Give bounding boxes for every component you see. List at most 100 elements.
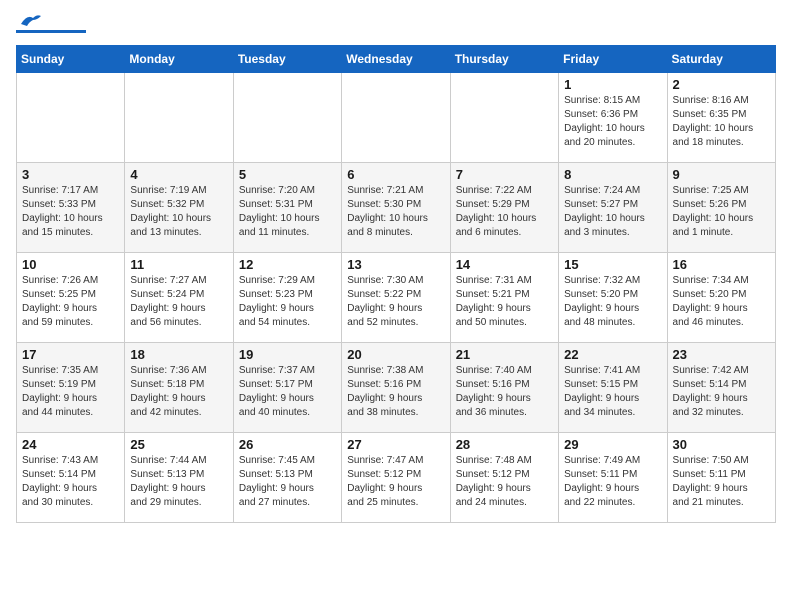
day-number: 6 [347, 167, 444, 182]
day-info: Sunrise: 7:35 AM Sunset: 5:19 PM Dayligh… [22, 364, 119, 420]
calendar-cell: 15 Sunrise: 7:32 AM Sunset: 5:20 PM Dayli… [559, 253, 667, 343]
day-info: Sunrise: 7:37 AM Sunset: 5:17 PM Dayligh… [239, 364, 336, 420]
day-info: Sunrise: 7:45 AM Sunset: 5:13 PM Dayligh… [239, 454, 336, 510]
calendar-cell: 14 Sunrise: 7:31 AM Sunset: 5:21 PM Dayli… [450, 253, 558, 343]
calendar-week-1: 1 Sunrise: 8:15 AM Sunset: 6:36 PM Daylig… [17, 73, 776, 163]
header-day-tuesday: Tuesday [233, 46, 341, 73]
calendar-cell: 5Sunrise: 7:20 AM Sunset: 5:31 PM Daylig… [233, 163, 341, 253]
calendar-cell: 11Sunrise: 7:27 AM Sunset: 5:24 PM Dayli… [125, 253, 233, 343]
day-number: 24 [22, 437, 119, 452]
page-header [16, 16, 776, 33]
day-info: Sunrise: 7:43 AM Sunset: 5:14 PM Dayligh… [22, 454, 119, 510]
day-info: Sunrise: 8:15 AM Sunset: 6:36 PM Dayligh… [564, 94, 661, 150]
day-number: 4 [130, 167, 227, 182]
day-number: 17 [22, 347, 119, 362]
day-number: 26 [239, 437, 336, 452]
calendar-cell [233, 73, 341, 163]
calendar-cell: 21Sunrise: 7:40 AM Sunset: 5:16 PM Dayli… [450, 343, 558, 433]
day-info: Sunrise: 7:21 AM Sunset: 5:30 PM Dayligh… [347, 184, 444, 240]
header-day-friday: Friday [559, 46, 667, 73]
calendar-cell: 17 Sunrise: 7:35 AM Sunset: 5:19 PM Dayli… [17, 343, 125, 433]
day-info: Sunrise: 7:47 AM Sunset: 5:12 PM Dayligh… [347, 454, 444, 510]
header-day-sunday: Sunday [17, 46, 125, 73]
calendar-table: SundayMondayTuesdayWednesdayThursdayFrid… [16, 45, 776, 523]
header-row: SundayMondayTuesdayWednesdayThursdayFrid… [17, 46, 776, 73]
calendar-cell: 28 Sunrise: 7:48 AM Sunset: 5:12 PM Dayli… [450, 433, 558, 523]
calendar-cell: 4Sunrise: 7:19 AM Sunset: 5:32 PM Daylig… [125, 163, 233, 253]
logo [16, 16, 86, 33]
day-info: Sunrise: 7:30 AM Sunset: 5:22 PM Dayligh… [347, 274, 444, 330]
day-info: Sunrise: 7:44 AM Sunset: 5:13 PM Dayligh… [130, 454, 227, 510]
day-number: 25 [130, 437, 227, 452]
day-info: Sunrise: 7:36 AM Sunset: 5:18 PM Dayligh… [130, 364, 227, 420]
header-day-monday: Monday [125, 46, 233, 73]
day-info: Sunrise: 7:25 AM Sunset: 5:26 PM Dayligh… [673, 184, 770, 240]
day-number: 9 [673, 167, 770, 182]
day-number: 2 [673, 77, 770, 92]
day-number: 27 [347, 437, 444, 452]
day-info: Sunrise: 7:26 AM Sunset: 5:25 PM Dayligh… [22, 274, 119, 330]
day-number: 18 [130, 347, 227, 362]
calendar-cell: 18 Sunrise: 7:36 AM Sunset: 5:18 PM Dayli… [125, 343, 233, 433]
day-info: Sunrise: 7:48 AM Sunset: 5:12 PM Dayligh… [456, 454, 553, 510]
day-number: 14 [456, 257, 553, 272]
calendar-cell: 12 Sunrise: 7:29 AM Sunset: 5:23 PM Dayli… [233, 253, 341, 343]
calendar-week-4: 17 Sunrise: 7:35 AM Sunset: 5:19 PM Dayli… [17, 343, 776, 433]
day-number: 12 [239, 257, 336, 272]
calendar-cell: 10 Sunrise: 7:26 AM Sunset: 5:25 PM Dayli… [17, 253, 125, 343]
calendar-cell: 16 Sunrise: 7:34 AM Sunset: 5:20 PM Dayli… [667, 253, 775, 343]
day-info: Sunrise: 7:20 AM Sunset: 5:31 PM Dayligh… [239, 184, 336, 240]
day-number: 23 [673, 347, 770, 362]
day-info: Sunrise: 7:34 AM Sunset: 5:20 PM Dayligh… [673, 274, 770, 330]
calendar-cell [17, 73, 125, 163]
calendar-cell: 22Sunrise: 7:41 AM Sunset: 5:15 PM Dayli… [559, 343, 667, 433]
calendar-cell: 24 Sunrise: 7:43 AM Sunset: 5:14 PM Dayli… [17, 433, 125, 523]
logo-bird-icon [19, 12, 41, 28]
logo-underline [16, 30, 86, 33]
day-number: 20 [347, 347, 444, 362]
day-info: Sunrise: 7:27 AM Sunset: 5:24 PM Dayligh… [130, 274, 227, 330]
calendar-week-2: 3Sunrise: 7:17 AM Sunset: 5:33 PM Daylig… [17, 163, 776, 253]
calendar-cell [342, 73, 450, 163]
day-info: Sunrise: 7:50 AM Sunset: 5:11 PM Dayligh… [673, 454, 770, 510]
calendar-cell: 27 Sunrise: 7:47 AM Sunset: 5:12 PM Dayli… [342, 433, 450, 523]
day-number: 30 [673, 437, 770, 452]
day-number: 16 [673, 257, 770, 272]
day-number: 21 [456, 347, 553, 362]
calendar-cell: 29 Sunrise: 7:49 AM Sunset: 5:11 PM Dayli… [559, 433, 667, 523]
day-number: 1 [564, 77, 661, 92]
header-day-thursday: Thursday [450, 46, 558, 73]
day-number: 8 [564, 167, 661, 182]
header-day-wednesday: Wednesday [342, 46, 450, 73]
day-number: 13 [347, 257, 444, 272]
calendar-cell: 7Sunrise: 7:22 AM Sunset: 5:29 PM Daylig… [450, 163, 558, 253]
calendar-cell [450, 73, 558, 163]
day-info: Sunrise: 7:24 AM Sunset: 5:27 PM Dayligh… [564, 184, 661, 240]
calendar-cell: 3Sunrise: 7:17 AM Sunset: 5:33 PM Daylig… [17, 163, 125, 253]
day-number: 28 [456, 437, 553, 452]
calendar-week-3: 10 Sunrise: 7:26 AM Sunset: 5:25 PM Dayli… [17, 253, 776, 343]
calendar-week-5: 24 Sunrise: 7:43 AM Sunset: 5:14 PM Dayli… [17, 433, 776, 523]
header-day-saturday: Saturday [667, 46, 775, 73]
day-number: 19 [239, 347, 336, 362]
day-number: 10 [22, 257, 119, 272]
day-info: Sunrise: 7:31 AM Sunset: 5:21 PM Dayligh… [456, 274, 553, 330]
day-info: Sunrise: 7:29 AM Sunset: 5:23 PM Dayligh… [239, 274, 336, 330]
day-info: Sunrise: 7:42 AM Sunset: 5:14 PM Dayligh… [673, 364, 770, 420]
calendar-cell: 9 Sunrise: 7:25 AM Sunset: 5:26 PM Daylig… [667, 163, 775, 253]
calendar-cell: 8 Sunrise: 7:24 AM Sunset: 5:27 PM Daylig… [559, 163, 667, 253]
day-number: 15 [564, 257, 661, 272]
day-info: Sunrise: 7:38 AM Sunset: 5:16 PM Dayligh… [347, 364, 444, 420]
day-number: 7 [456, 167, 553, 182]
day-info: Sunrise: 8:16 AM Sunset: 6:35 PM Dayligh… [673, 94, 770, 150]
day-number: 29 [564, 437, 661, 452]
day-info: Sunrise: 7:32 AM Sunset: 5:20 PM Dayligh… [564, 274, 661, 330]
calendar-cell: 30 Sunrise: 7:50 AM Sunset: 5:11 PM Dayli… [667, 433, 775, 523]
calendar-cell: 20 Sunrise: 7:38 AM Sunset: 5:16 PM Dayli… [342, 343, 450, 433]
calendar-cell: 2 Sunrise: 8:16 AM Sunset: 6:35 PM Daylig… [667, 73, 775, 163]
day-info: Sunrise: 7:49 AM Sunset: 5:11 PM Dayligh… [564, 454, 661, 510]
calendar-cell: 6 Sunrise: 7:21 AM Sunset: 5:30 PM Daylig… [342, 163, 450, 253]
calendar-cell: 13 Sunrise: 7:30 AM Sunset: 5:22 PM Dayli… [342, 253, 450, 343]
calendar-cell: 23 Sunrise: 7:42 AM Sunset: 5:14 PM Dayli… [667, 343, 775, 433]
calendar-cell: 26 Sunrise: 7:45 AM Sunset: 5:13 PM Dayli… [233, 433, 341, 523]
